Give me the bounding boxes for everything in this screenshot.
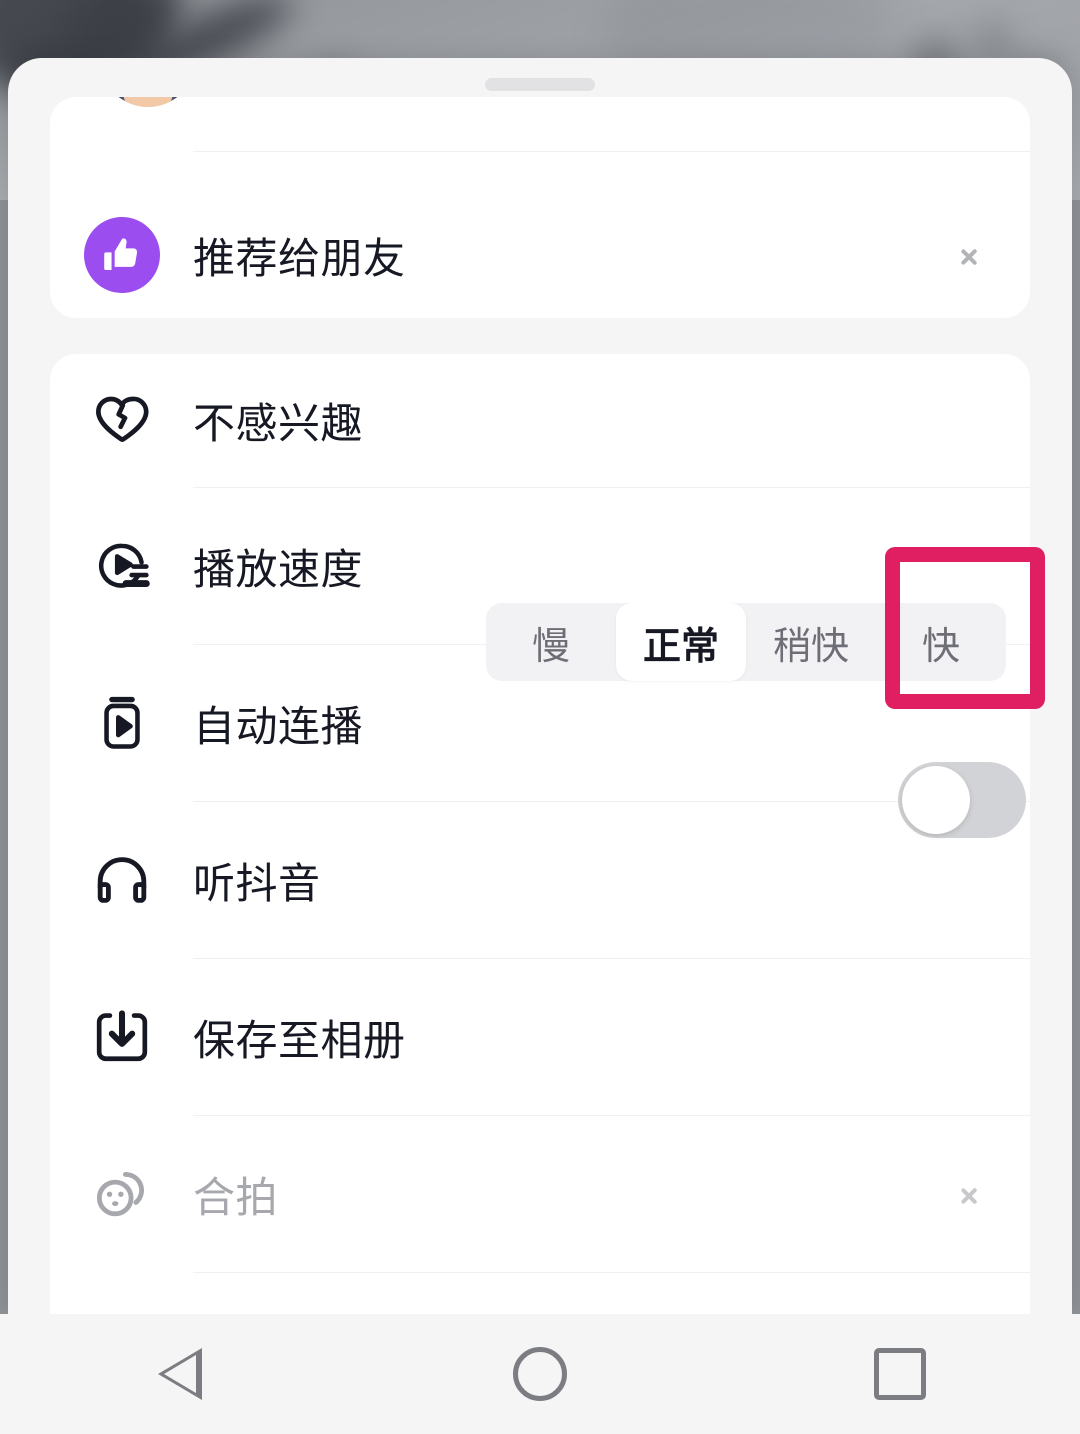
- android-navbar: [0, 1314, 1080, 1434]
- share-card: 推荐给朋友: [50, 97, 1030, 318]
- row-label: 推荐给朋友: [193, 234, 406, 282]
- back-triangle-icon: [158, 1348, 202, 1400]
- nav-home-button[interactable]: [460, 1314, 620, 1434]
- row-label: 合拍: [193, 1173, 279, 1221]
- divider: [193, 151, 1030, 152]
- thumbs-up-icon: [50, 217, 193, 293]
- screen: 推荐给朋友 不感兴趣 播放速度 自动连播 听抖音 保存至相册 合拍 慢 正常 稍…: [0, 0, 1080, 1434]
- row-label: 播放速度: [193, 545, 364, 593]
- row-label: 不感兴趣: [193, 400, 364, 447]
- row-label: 保存至相册: [193, 1016, 406, 1064]
- speed-option-slow[interactable]: 慢: [486, 603, 616, 681]
- play-speed-segmented-control[interactable]: 慢 正常 稍快 快: [486, 603, 1006, 681]
- recents-square-icon: [874, 1348, 926, 1400]
- chevron-right-icon: [961, 1179, 978, 1209]
- actions-card: 不感兴趣 播放速度 自动连播 听抖音 保存至相册 合拍: [50, 354, 1030, 1314]
- row-listen-douyin[interactable]: 听抖音: [50, 802, 1030, 958]
- divider: [193, 1272, 1030, 1273]
- avatar-row: [50, 97, 1030, 127]
- speed-option-faster[interactable]: 稍快: [746, 603, 876, 681]
- play-speed-icon: [50, 532, 193, 600]
- nav-recents-button[interactable]: [820, 1314, 980, 1434]
- speed-option-fast[interactable]: 快: [876, 603, 1006, 681]
- row-label: 自动连播: [193, 702, 364, 750]
- bottom-sheet: 推荐给朋友 不感兴趣 播放速度 自动连播 听抖音 保存至相册 合拍 慢 正常 稍…: [8, 58, 1072, 1314]
- row-save-to-album[interactable]: 保存至相册: [50, 959, 1030, 1115]
- duet-faces-icon: [50, 1160, 193, 1228]
- autoplay-toggle[interactable]: [898, 762, 1026, 838]
- nav-back-button[interactable]: [100, 1314, 260, 1434]
- speed-option-normal[interactable]: 正常: [616, 603, 746, 681]
- row-duet[interactable]: 合拍: [50, 1116, 1030, 1272]
- chevron-right-icon: [961, 240, 978, 270]
- sheet-drag-handle[interactable]: [485, 78, 595, 91]
- broken-heart-icon: [50, 388, 193, 454]
- autoplay-icon: [50, 691, 193, 755]
- row-recommend-to-friends[interactable]: 推荐给朋友: [50, 192, 1030, 318]
- headphones-icon: [50, 846, 193, 914]
- home-circle-icon: [513, 1347, 567, 1401]
- row-not-interested[interactable]: 不感兴趣: [50, 354, 1030, 487]
- avatar[interactable]: [100, 97, 196, 107]
- download-icon: [50, 1004, 193, 1070]
- toggle-knob: [902, 766, 970, 834]
- row-label: 听抖音: [193, 859, 321, 907]
